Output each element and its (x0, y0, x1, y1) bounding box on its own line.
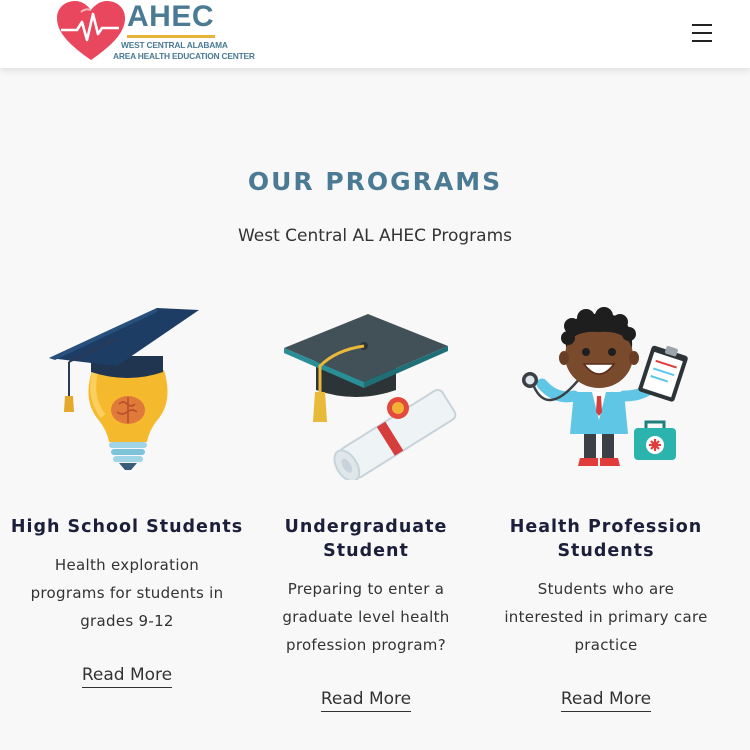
program-description: Students who are interested in primary c… (504, 580, 708, 654)
program-title: High School Students (10, 517, 244, 537)
program-description: Health exploration programs for students… (30, 556, 224, 630)
lightbulb-graduation-cap-icon (49, 308, 199, 470)
program-title: Health Profession Students (509, 517, 703, 561)
site-header: AHEC WEST CENTRAL ALABAMA AREA HEALTH ED… (0, 0, 750, 68)
program-title: Undergraduate Student (284, 517, 448, 561)
section-subtitle: West Central AL AHEC Programs (237, 226, 513, 246)
read-more-link[interactable]: Read More (560, 689, 652, 712)
read-more-link[interactable]: Read More (320, 689, 412, 712)
program-description: Preparing to enter a graduate level heal… (282, 580, 450, 654)
hamburger-menu-icon[interactable] (688, 20, 716, 46)
logo-underline (127, 35, 215, 38)
logo-line-1: WEST CENTRAL ALABAMA (121, 40, 228, 50)
graduation-cap-diploma-icon (284, 314, 457, 480)
ahec-logo[interactable]: AHEC WEST CENTRAL ALABAMA AREA HEALTH ED… (55, 0, 255, 66)
read-more-link[interactable]: Read More (81, 665, 173, 688)
logo-title: AHEC (127, 0, 215, 33)
doctor-stethoscope-icon (522, 307, 688, 466)
logo-line-2: AREA HEALTH EDUCATION CENTER (113, 51, 255, 61)
section-title: OUR PROGRAMS (247, 167, 503, 196)
